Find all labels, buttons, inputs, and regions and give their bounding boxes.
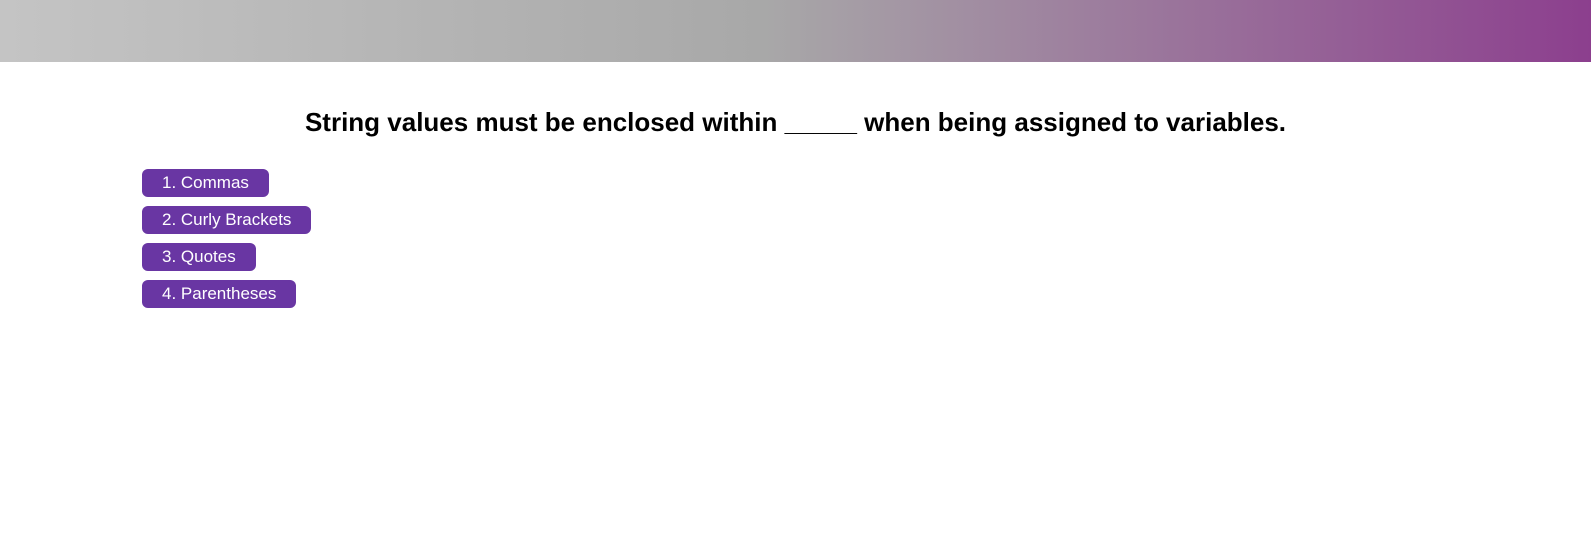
question-title: String values must be enclosed within __…: [304, 107, 1287, 137]
answer-list: 1. Commas 2. Curly Brackets 3. Quotes 4.…: [142, 169, 312, 317]
answer-button-commas[interactable]: 1. Commas: [142, 169, 269, 197]
answer-button-parentheses[interactable]: 4. Parentheses: [142, 280, 297, 308]
header-banner: [0, 0, 1591, 62]
answer-button-curly-brackets[interactable]: 2. Curly Brackets: [142, 206, 312, 234]
answer-button-quotes[interactable]: 3. Quotes: [142, 243, 256, 271]
